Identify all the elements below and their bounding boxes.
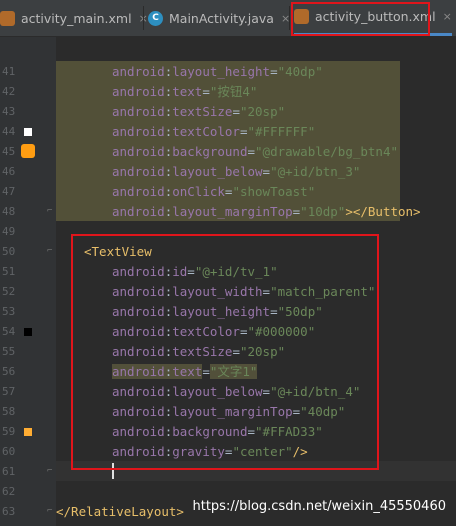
xml-file-icon <box>0 10 15 26</box>
code-line-41: android:layout_height="40dp" <box>112 64 323 79</box>
code-line-63: </RelativeLayout> <box>56 504 184 519</box>
fold-start-icon[interactable]: ⌐ <box>47 246 52 256</box>
gutter-line: 46 <box>2 165 16 178</box>
color-swatch-orange-icon[interactable] <box>24 428 32 436</box>
gutter-line: 53 <box>2 305 16 318</box>
gutter-line: 55 <box>2 345 16 358</box>
gutter-line: 59 <box>0 422 46 442</box>
tab-label: activity_main.xml <box>21 10 132 26</box>
gutter-line: 45 <box>0 142 46 162</box>
fold-column <box>46 37 56 526</box>
color-swatch-black-icon[interactable] <box>24 328 32 336</box>
code-line-45: android:background="@drawable/bg_btn4" <box>112 144 399 159</box>
gutter-line: 43 <box>2 105 16 118</box>
watermark-text: https://blog.csdn.net/weixin_45550460 <box>192 499 446 514</box>
gutter-line: 58 <box>2 405 16 418</box>
gutter-line: 50 <box>2 245 16 258</box>
code-line-43: android:textSize="20sp" <box>112 104 286 119</box>
gutter-line: 51 <box>2 265 16 278</box>
code-line-44: android:textColor="#FFFFFF" <box>112 124 316 139</box>
drawable-preview-icon[interactable] <box>21 144 35 158</box>
tab-label: MainActivity.java <box>169 10 274 26</box>
gutter-line: 63 <box>2 505 16 518</box>
annotation-box-textview <box>71 234 379 470</box>
code-line-46: android:layout_below="@+id/btn_3" <box>112 164 361 179</box>
gutter-line: 57 <box>2 385 16 398</box>
gutter-line: 49 <box>2 225 16 238</box>
gutter-line: 62 <box>2 485 16 498</box>
gutter-line: 60 <box>2 445 16 458</box>
color-swatch-white-icon[interactable] <box>24 128 32 136</box>
close-icon[interactable]: × <box>443 10 452 23</box>
gutter-line: 47 <box>2 185 16 198</box>
gutter-line: 61 <box>2 465 16 478</box>
gutter-line: 56 <box>2 365 16 378</box>
gutter-line: 41 <box>2 65 16 78</box>
gutter-line: 54 <box>0 322 46 342</box>
code-line-42: android:text="按钮4" <box>112 84 258 99</box>
gutter-line: 48 <box>2 205 16 218</box>
gutter-line: 42 <box>2 85 16 98</box>
gutter-line: 52 <box>2 285 16 298</box>
tab-divider <box>289 6 290 30</box>
tab-main-activity-java[interactable]: C MainActivity.java × <box>148 0 290 36</box>
code-line-47: android:onClick="showToast" <box>112 184 316 199</box>
gutter-line: 44 <box>0 122 46 142</box>
tab-divider <box>143 6 144 30</box>
java-class-icon: C <box>148 10 163 26</box>
tab-activity-main-xml[interactable]: activity_main.xml × <box>0 0 148 36</box>
code-line-48: android:layout_marginTop="10dp"></Button… <box>112 204 421 219</box>
line-number-gutter: 41 42 43 44 45 46 47 48 49 50 51 52 53 5… <box>0 37 46 526</box>
fold-end-icon[interactable]: ⌐ <box>47 506 52 516</box>
fold-end-icon[interactable]: ⌐ <box>47 206 52 216</box>
fold-end-icon[interactable]: ⌐ <box>47 466 52 476</box>
annotation-box-tab <box>291 2 430 36</box>
